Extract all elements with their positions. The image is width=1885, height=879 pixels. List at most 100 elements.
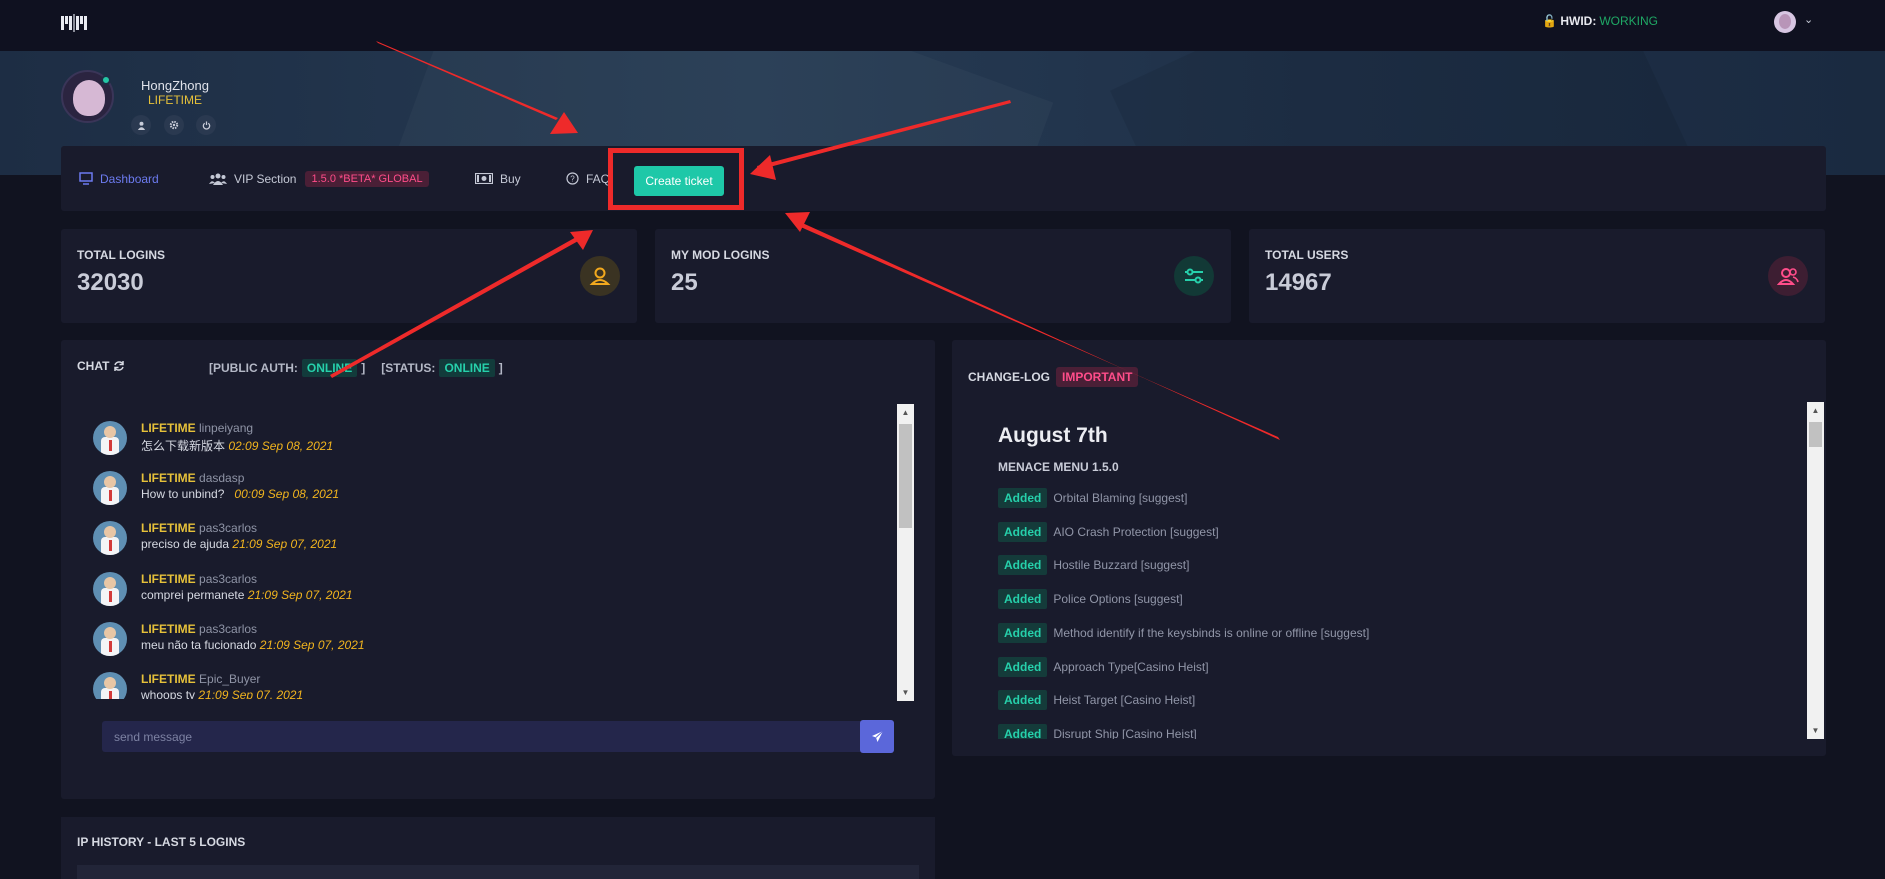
monitor-icon [79,172,93,185]
message-rank: LIFETIME [141,421,196,435]
changelog-item-text: Orbital Blaming [suggest] [1053,491,1188,505]
message-time: 21:09 Sep 07, 2021 [232,537,338,551]
changelog-item-text: Heist Target [Casino Heist] [1053,693,1196,707]
status-badge: ONLINE [439,359,495,377]
message-time: 02:09 Sep 08, 2021 [228,439,334,453]
changelog-item-text: Disrupt Ship [Casino Heist] [1053,727,1197,739]
nav-dashboard-label: Dashboard [100,171,159,186]
nav-buy-label: Buy [500,171,521,186]
message-user: linpeiyang [199,421,254,435]
avatar [93,521,127,555]
stat-value: 32030 [77,269,144,296]
user-avatar-menu[interactable] [1774,11,1796,33]
message-text: meu não ta fucionado [141,638,257,652]
changelog-item: Added AIO Crash Protection [suggest] [998,522,1219,542]
changelog-item: Added Hostile Buzzard [suggest] [998,555,1189,575]
paper-plane-icon [871,730,883,742]
changelog-content[interactable]: August 7th MENACE MENU 1.5.0 Added Orbita… [972,402,1809,739]
stat-value: 14967 [1265,269,1332,296]
status-label: [STATUS: [381,361,436,375]
added-tag: Added [998,555,1048,575]
changelog-item: Added Disrupt Ship [Casino Heist] [998,724,1197,739]
profile-rank: LIFETIME [148,93,203,107]
chat-scrollbar[interactable]: ▲ ▼ [897,404,914,701]
added-tag: Added [998,589,1048,609]
nav-faq-label: FAQ [586,171,611,186]
changelog-item-text: Approach Type[Casino Heist] [1053,660,1209,674]
message-rank: LIFETIME [141,471,196,485]
scrollbar-thumb[interactable] [1809,422,1822,447]
changelog-item: Added Approach Type[Casino Heist] [998,657,1209,677]
avatar [93,672,127,699]
annotation-highlight-box [608,148,744,210]
public-auth-badge: ONLINE [301,359,358,377]
added-tag: Added [998,690,1048,710]
avatar [93,471,127,505]
changelog-date: August 7th [998,424,1108,447]
stat-label: TOTAL LOGINS [77,248,166,262]
chat-message-list[interactable]: LIFETIME linpeiyang 怎么下载新版本 02:09 Sep 08… [81,404,938,699]
scroll-up-icon[interactable]: ▲ [897,404,914,421]
message-time: 21:09 Sep 07, 2021 [247,588,353,602]
added-tag: Added [998,724,1048,739]
user-icon [580,256,620,296]
chat-panel: CHAT [PUBLIC AUTH: ONLINE ] [STATUS: ONL… [61,340,935,799]
gear-icon[interactable] [164,115,184,135]
scroll-up-icon[interactable]: ▲ [1807,402,1824,419]
refresh-icon[interactable] [113,360,125,372]
scroll-down-icon[interactable]: ▼ [1807,722,1824,739]
message-text: comprei permanete [141,588,245,602]
message-rank: LIFETIME [141,672,196,686]
chevron-down-icon[interactable]: ⌄ [1804,13,1813,26]
nav-faq[interactable]: ? FAQ [566,146,610,211]
changelog-item: Added Heist Target [Casino Heist] [998,690,1195,710]
changelog-panel: CHANGE-LOG IMPORTANT August 7th MENACE M… [952,340,1826,756]
message-rank: LIFETIME [141,521,196,535]
changelog-item-text: Hostile Buzzard [suggest] [1053,558,1190,572]
nav-vip-section[interactable]: VIP Section 1.5.0 *BETA* GLOBAL [209,146,429,211]
chat-title-text: CHAT [77,359,110,373]
profile-username: HongZhong [141,78,209,93]
message-time: 00:09 Sep 08, 2021 [234,487,340,501]
money-icon [475,173,493,184]
user-icon[interactable] [131,115,151,135]
message-user: pas3carlos [199,572,258,586]
online-indicator [101,75,111,85]
vip-version-badge: 1.5.0 *BETA* GLOBAL [305,170,429,187]
send-message-input[interactable] [102,721,877,752]
bracket: ] [498,361,503,375]
message-text: preciso de ajuda [141,537,230,551]
nav-buy[interactable]: Buy [475,146,521,211]
avatar [93,622,127,656]
public-auth-label: [PUBLIC AUTH: [209,361,298,375]
users-icon [209,173,227,185]
changelog-title: CHANGE-LOG IMPORTANT [968,367,1139,387]
changelog-item: Added Orbital Blaming [suggest] [998,488,1187,508]
changelog-scrollbar[interactable]: ▲ ▼ [1807,402,1824,739]
nav-vip-label: VIP Section [234,171,297,186]
stat-label: MY MOD LOGINS [671,248,770,262]
scrollbar-thumb[interactable] [899,424,912,528]
message-user: pas3carlos [199,521,258,535]
message-rank: LIFETIME [141,622,196,636]
hwid-label: HWID: [1560,14,1597,28]
changelog-item: Added Method identify if the keysbinds is… [998,623,1369,643]
message-time: 21:09 Sep 07, 2021 [198,688,304,699]
lock-icon: 🔓 [1542,14,1558,28]
send-button[interactable] [860,720,894,753]
main-nav: Dashboard VIP Section 1.5.0 *BETA* GLOBA… [61,146,1826,211]
stat-label: TOTAL USERS [1265,248,1349,262]
message-user: pas3carlos [199,622,258,636]
avatar [93,572,127,606]
power-icon[interactable] [196,115,216,135]
changelog-item-text: AIO Crash Protection [suggest] [1053,525,1219,539]
scroll-down-icon[interactable]: ▼ [897,684,914,701]
svg-text:?: ? [570,175,575,184]
menace-logo[interactable] [61,13,87,33]
users-icon [1768,256,1808,296]
chat-status-line: [PUBLIC AUTH: ONLINE ] [STATUS: ONLINE ] [209,359,503,377]
message-time: 21:09 Sep 07, 2021 [259,638,365,652]
added-tag: Added [998,623,1048,643]
nav-dashboard[interactable]: Dashboard [79,146,159,211]
changelog-item-text: Method identify if the keysbinds is onli… [1053,626,1370,640]
